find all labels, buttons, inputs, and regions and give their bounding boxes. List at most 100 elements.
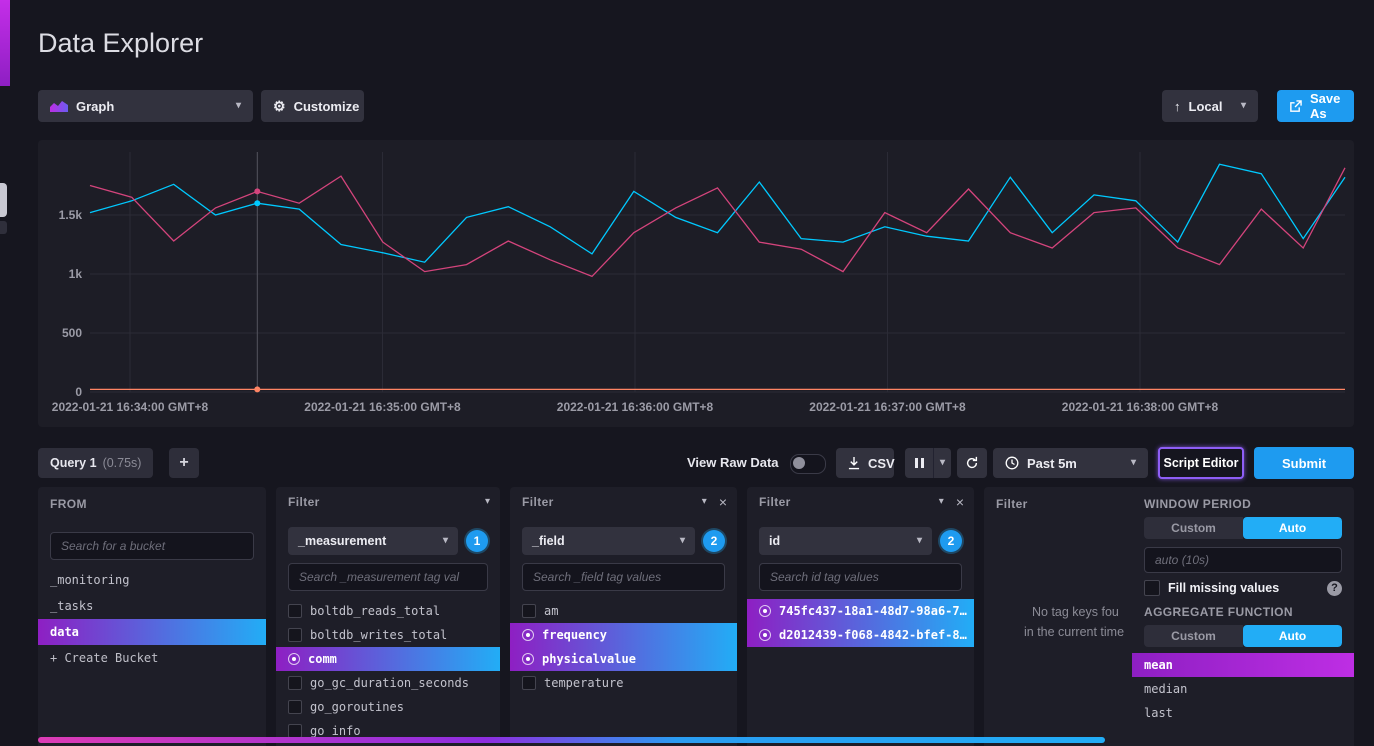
svg-text:2022-01-21 16:35:00 GMT+8: 2022-01-21 16:35:00 GMT+8 [304, 400, 461, 414]
window-period-auto-button[interactable]: Auto [1243, 517, 1342, 539]
tag-key-dropdown[interactable]: id ▾ [759, 527, 932, 555]
local-label: Local [1189, 99, 1223, 114]
selected-dot-icon [759, 629, 771, 641]
from-panel: FROM _monitoring _tasks data + Create Bu… [38, 487, 266, 746]
create-bucket-button[interactable]: + Create Bucket [38, 645, 266, 671]
remove-filter-button[interactable]: × [719, 495, 727, 509]
tag-value-item[interactable]: am [510, 599, 737, 623]
tag-value-item[interactable]: comm [276, 647, 500, 671]
bucket-item[interactable]: _monitoring [38, 567, 266, 593]
aggregate-auto-button[interactable]: Auto [1243, 625, 1342, 647]
fill-missing-label: Fill missing values [1168, 581, 1279, 595]
chevron-down-icon: ▾ [1131, 458, 1136, 468]
checkbox-icon [522, 676, 536, 690]
aggregate-custom-button[interactable]: Custom [1144, 625, 1243, 647]
view-type-dropdown[interactable]: Graph ▾ [38, 90, 253, 122]
fill-missing-checkbox[interactable] [1144, 580, 1160, 596]
selected-dot-icon [522, 629, 534, 641]
window-period-title: WINDOW PERIOD [1144, 497, 1251, 511]
bucket-search-input[interactable] [50, 532, 254, 560]
filter-panel-id: Filter ▾ × id ▾ 2 745fc437-18a1-48d7-98a… [747, 487, 974, 746]
aggregate-function-item[interactable]: last [1132, 701, 1354, 725]
chevron-down-icon: ▾ [1241, 101, 1246, 111]
selected-dot-icon [522, 653, 534, 665]
csv-button[interactable]: CSV [836, 448, 894, 478]
tag-value-search-input[interactable] [288, 563, 488, 591]
download-icon [848, 457, 860, 470]
tag-value-item[interactable]: go_gc_duration_seconds [276, 671, 500, 695]
tag-value-item[interactable]: frequency [510, 623, 737, 647]
checkbox-icon [288, 724, 302, 738]
aggregate-function-item[interactable]: mean [1132, 653, 1354, 677]
pause-button[interactable] [905, 448, 933, 478]
pause-dropdown[interactable]: ▾ [933, 448, 951, 478]
help-icon[interactable]: ? [1327, 581, 1342, 596]
filter-title: Filter [522, 495, 554, 509]
time-series-chart[interactable]: 05001k1.5k2022-01-21 16:34:00 GMT+82022-… [38, 140, 1354, 427]
query-tab[interactable]: Query 1 (0.75s) [38, 448, 153, 478]
tag-value-label: temperature [544, 676, 623, 690]
bucket-item[interactable]: _tasks [38, 593, 266, 619]
panel-handle-secondary[interactable] [0, 221, 7, 234]
pause-icon [915, 458, 924, 468]
checkbox-icon [288, 604, 302, 618]
chevron-down-icon[interactable]: ▾ [485, 497, 490, 507]
tag-key-dropdown[interactable]: _measurement ▾ [288, 527, 458, 555]
view-raw-data-toggle[interactable] [790, 454, 826, 474]
selected-dot-icon [759, 605, 771, 617]
tag-value-item[interactable]: 745fc437-18a1-48d7-98a6-7… [747, 599, 974, 623]
tag-value-label: physicalvalue [542, 652, 636, 666]
tag-value-label: go_gc_duration_seconds [310, 676, 469, 690]
tag-value-label: go_info [310, 724, 361, 738]
time-range-dropdown[interactable]: Past 5m ▾ [993, 448, 1148, 478]
checkbox-icon [522, 604, 536, 618]
chevron-down-icon[interactable]: ▾ [702, 497, 707, 507]
tag-value-item[interactable]: go_goroutines [276, 695, 500, 719]
tag-value-search-input[interactable] [759, 563, 962, 591]
bucket-label: _tasks [50, 599, 93, 613]
refresh-button[interactable] [957, 448, 987, 478]
chevron-down-icon[interactable]: ▾ [939, 497, 944, 507]
svg-text:1k: 1k [69, 267, 83, 281]
builder-horizontal-scrollbar[interactable] [38, 737, 1105, 743]
tag-value-item[interactable]: physicalvalue [510, 647, 737, 671]
tag-value-label: 745fc437-18a1-48d7-98a6-7… [779, 604, 967, 618]
aggregate-function-label: last [1144, 706, 1173, 720]
query-duration: (0.75s) [103, 456, 142, 470]
bucket-item[interactable]: data [38, 619, 266, 645]
svg-text:1.5k: 1.5k [59, 208, 83, 222]
create-bucket-label: + Create Bucket [50, 651, 158, 665]
save-as-icon [1289, 100, 1302, 113]
submit-button[interactable]: Submit [1254, 447, 1354, 479]
aggregate-function-label: mean [1144, 658, 1173, 672]
filter-title: Filter [996, 497, 1028, 511]
csv-label: CSV [868, 456, 895, 471]
tag-key-label: _measurement [298, 534, 386, 548]
add-query-button[interactable]: + [169, 448, 199, 478]
tag-value-label: boltdb_writes_total [310, 628, 447, 642]
filter-title: Filter [288, 495, 320, 509]
selected-count-badge: 2 [940, 530, 962, 552]
tag-value-item[interactable]: boltdb_writes_total [276, 623, 500, 647]
chart-panel: 05001k1.5k2022-01-21 16:34:00 GMT+82022-… [38, 140, 1354, 427]
window-period-input[interactable] [1144, 547, 1342, 573]
local-dropdown[interactable]: ↑ Local ▾ [1162, 90, 1258, 122]
script-editor-button[interactable]: Script Editor [1158, 447, 1244, 479]
save-as-button[interactable]: Save As [1277, 90, 1354, 122]
customize-button[interactable]: ⚙ Customize [261, 90, 364, 122]
tag-value-item[interactable]: temperature [510, 671, 737, 695]
tag-value-search-input[interactable] [522, 563, 725, 591]
remove-filter-button[interactable]: × [956, 495, 964, 509]
tag-key-dropdown[interactable]: _field ▾ [522, 527, 695, 555]
svg-text:2022-01-21 16:34:00 GMT+8: 2022-01-21 16:34:00 GMT+8 [52, 400, 209, 414]
chevron-down-icon: ▾ [680, 536, 685, 546]
chevron-down-icon: ▾ [443, 536, 448, 546]
tag-value-item[interactable]: d2012439-f068-4842-bfef-8… [747, 623, 974, 647]
gear-icon: ⚙ [273, 98, 286, 115]
tag-value-item[interactable]: boltdb_reads_total [276, 599, 500, 623]
panel-handle[interactable] [0, 183, 7, 217]
empty-filter-message: in the current time [1024, 625, 1124, 639]
chevron-down-icon: ▾ [236, 101, 241, 111]
aggregate-function-item[interactable]: median [1132, 677, 1354, 701]
window-period-custom-button[interactable]: Custom [1144, 517, 1243, 539]
